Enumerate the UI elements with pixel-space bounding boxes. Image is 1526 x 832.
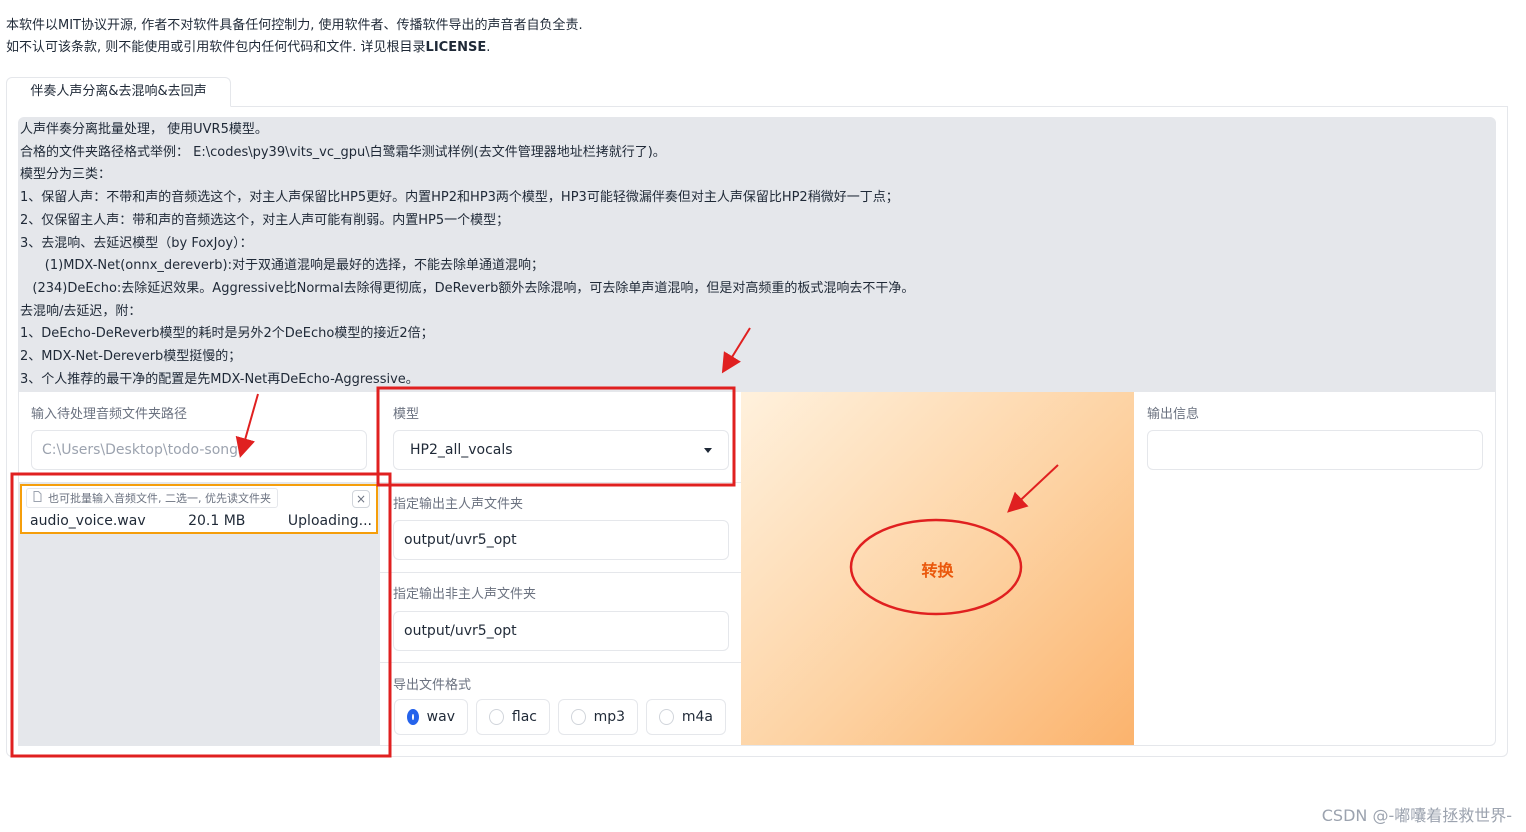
divider: [380, 572, 741, 573]
uvr5-description: 人声伴奏分离批量处理， 使用UVR5模型。 合格的文件夹路径格式举例： E:\c…: [18, 117, 1496, 392]
description-line: 1、保留人声：不带和声的音频选这个，对主人声保留比HP5更好。内置HP2和HP3…: [20, 190, 899, 206]
convert-button[interactable]: 转换: [741, 392, 1134, 745]
license-word: LICENSE: [425, 40, 487, 55]
tab-uvr5[interactable]: 伴奏人声分离&去混响&去回声: [6, 77, 231, 107]
divider: [380, 662, 741, 663]
instrumental-output-field[interactable]: output/uvr5_opt: [393, 611, 729, 651]
clear-upload-button[interactable]: ×: [352, 490, 370, 508]
description-line: 模型分为三类：: [20, 167, 112, 183]
description-line: 3、去混响、去延迟模型（by FoxJoy）：: [20, 235, 253, 251]
watermark: CSDN @-嘟囔着拯救世界-: [1321, 806, 1512, 825]
description-line: (1)MDX-Net(onnx_dereverb):对于双通道混响是最好的选择，…: [20, 258, 544, 274]
license-notice: 本软件以MIT协议开源, 作者不对软件具备任何控制力, 使用软件者、传播软件导出…: [6, 15, 583, 59]
description-line: 1、DeEcho-DeReverb模型的耗时是另外2个DeEcho模型的接近2倍…: [20, 326, 434, 342]
output-info-field[interactable]: [1147, 430, 1483, 470]
description-line: 3、个人推荐的最干净的配置是先MDX-Net再DeEcho-Aggressive…: [20, 371, 419, 387]
file-row: audio_voice.wav 20.1 MB Uploading...: [30, 513, 372, 529]
file-size: 20.1 MB: [188, 513, 246, 529]
model-value: HP2_all_vocals: [410, 442, 513, 458]
uploaded-file-card: 也可批量输入音频文件, 二选一, 优先读文件夹 × audio_voice.wa…: [20, 484, 378, 534]
description-line: 合格的文件夹路径格式举例： E:\codes\py39\vits_vc_gpu\…: [20, 144, 666, 160]
radio-unselected-icon: [489, 709, 504, 725]
radio-unselected-icon: [571, 709, 586, 725]
model-dropdown[interactable]: HP2_all_vocals: [393, 430, 729, 470]
description-line: 2、仅保留主人声：带和声的音频选这个，对主人声可能有削弱。内置HP5一个模型；: [20, 212, 510, 228]
format-option-mp3[interactable]: mp3: [558, 699, 638, 735]
upload-status: Uploading...: [287, 513, 372, 529]
divider: [380, 482, 741, 483]
description-line: 去混响/去延迟，附：: [20, 303, 142, 319]
description-line: (234)DeEcho:去除延迟效果。Aggressive比Normal去除得更…: [20, 280, 915, 296]
chevron-down-icon: [704, 447, 712, 453]
format-option-m4a[interactable]: m4a: [646, 699, 726, 735]
tab-bar: 伴奏人声分离&去混响&去回声: [6, 77, 1508, 107]
radio-unselected-icon: [659, 709, 674, 725]
file-icon: [33, 491, 42, 505]
description-line: 人声伴奏分离批量处理， 使用UVR5模型。: [20, 122, 268, 137]
upload-label: 也可批量输入音频文件, 二选一, 优先读文件夹: [26, 488, 278, 508]
instrumental-output-label: 指定输出非主人声文件夹: [393, 587, 537, 602]
notice-line-2: 如不认可该条款, 则不能使用或引用软件包内任何代码和文件. 详见根目录LICEN…: [6, 40, 491, 55]
convert-button-label: 转换: [921, 560, 954, 580]
export-format-label: 导出文件格式: [393, 678, 472, 693]
vocal-output-label: 指定输出主人声文件夹: [393, 497, 524, 512]
file-name: audio_voice.wav: [30, 513, 146, 529]
input-folder-label: 输入待处理音频文件夹路径: [31, 407, 188, 422]
model-label: 模型: [393, 407, 420, 422]
notice-line-1: 本软件以MIT协议开源, 作者不对软件具备任何控制力, 使用软件者、传播软件导出…: [6, 18, 583, 33]
vocal-output-field[interactable]: output/uvr5_opt: [393, 520, 729, 560]
radio-selected-icon: [407, 709, 419, 725]
output-info-label: 输出信息: [1147, 407, 1200, 422]
format-option-flac[interactable]: flac: [476, 699, 550, 735]
input-folder-field[interactable]: C:\Users\Desktop\todo-songs: [31, 430, 367, 470]
description-line: 2、MDX-Net-Dereverb模型挺慢的；: [20, 349, 242, 365]
format-option-wav[interactable]: wav: [394, 699, 468, 735]
